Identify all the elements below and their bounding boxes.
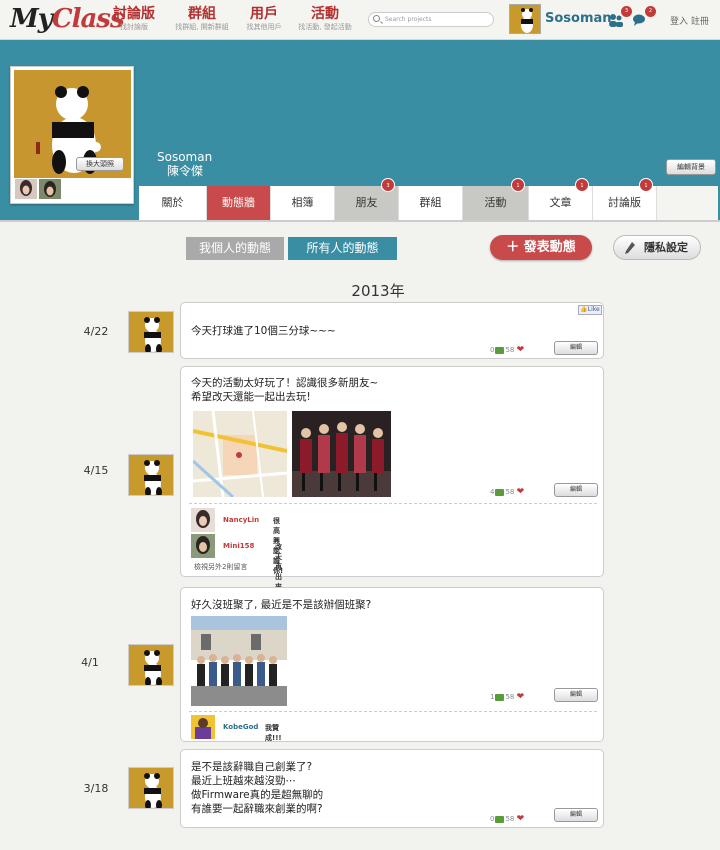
search-icon	[373, 15, 380, 22]
heart-icon[interactable]: ❤	[517, 814, 525, 824]
tab-forum[interactable]: 討論版 1	[593, 178, 657, 220]
post-date: 4/1	[81, 656, 99, 669]
post-text: 好久沒班聚了, 最近是不是該辦個班聚?	[191, 599, 372, 611]
commenter-avatar[interactable]	[191, 534, 215, 558]
class-photo[interactable]	[191, 616, 287, 706]
post-avatar[interactable]	[128, 644, 174, 686]
tab-events-badge: 1	[511, 178, 525, 192]
edit-post-button[interactable]: 編輯	[554, 341, 598, 355]
change-photo-button[interactable]: 換大頭照	[76, 157, 124, 171]
post-date: 4/22	[83, 325, 109, 338]
tab-forum-badge: 1	[639, 178, 653, 192]
group-photo[interactable]	[292, 411, 391, 497]
post-stats: 4 58 ❤	[490, 487, 525, 497]
comment-text: 我贊成!!!	[265, 724, 282, 742]
tab-wall[interactable]: 動態牆	[207, 186, 271, 220]
edit-post-button[interactable]: 編輯	[554, 808, 598, 822]
new-post-button[interactable]: ＋ 發表動態	[490, 235, 592, 260]
tab-articles-badge: 1	[575, 178, 589, 192]
heart-icon[interactable]: ❤	[517, 345, 525, 355]
profile-name-cn: 陳令傑	[167, 164, 204, 178]
friends-icon[interactable]: 3	[608, 6, 632, 27]
post-text: 今天的活動太好玩了！認識很多新朋友~ 希望改天還能一起出去玩!	[191, 377, 379, 403]
comment-icon[interactable]	[495, 815, 505, 823]
profile-name: Sosoman 陳令傑	[157, 150, 212, 178]
tab-groups[interactable]: 群組	[399, 186, 463, 220]
post-stats: 0 58 ❤	[490, 345, 525, 355]
heart-icon[interactable]: ❤	[517, 487, 525, 497]
filter-my-posts[interactable]: 我個人的動態	[186, 237, 284, 260]
post-text: 今天打球進了10個三分球~~~	[191, 325, 336, 337]
tab-articles[interactable]: 文章 1	[529, 178, 593, 220]
tab-friends-badge: 3	[381, 178, 395, 192]
year-heading: 2013年	[351, 282, 405, 300]
nav-events[interactable]: 活動 找活動, 發起活動	[294, 6, 356, 32]
post-avatar[interactable]	[128, 311, 174, 353]
plus-icon: ＋	[506, 240, 524, 255]
comment-icon[interactable]	[495, 693, 505, 701]
search-input[interactable]: Search projects	[368, 12, 494, 27]
edit-post-button[interactable]: 編輯	[554, 688, 598, 702]
post-avatar[interactable]	[128, 767, 174, 809]
commenter-name[interactable]: Mini158	[223, 542, 254, 550]
heart-icon[interactable]: ❤	[517, 692, 525, 702]
filter-all-posts[interactable]: 所有人的動態	[288, 237, 397, 260]
post-date: 4/15	[83, 464, 109, 477]
chat-icon[interactable]: 2	[632, 6, 656, 26]
nav-forum[interactable]: 討論版 找討論版	[106, 6, 162, 32]
privacy-settings-button[interactable]: 隱私設定	[613, 235, 701, 260]
tab-albums[interactable]: 相簿	[271, 186, 335, 220]
commenter-name[interactable]: KobeGod	[223, 723, 258, 731]
post-avatar[interactable]	[128, 454, 174, 496]
post-stats: 0 58 ❤	[490, 814, 525, 824]
profile-name-en: Sosoman	[157, 150, 213, 164]
post-card: 是不是該辭職自己創業了? 最近上班越來越沒勁⋯ 做Firmware真的是超無聊的 有誰…	[180, 749, 604, 828]
post-stats: 1 58 ❤	[490, 692, 525, 702]
top-bar: MyClass 討論版 找討論版 群組 找群組, 開新群組 用戶 找其他用戶 活動 找活…	[0, 0, 720, 40]
tab-events[interactable]: 活動 1	[463, 178, 529, 220]
like-button[interactable]: 👍Like	[578, 305, 602, 315]
tab-about[interactable]: 關於	[139, 186, 207, 220]
comments-divider	[189, 711, 597, 712]
nav-users[interactable]: 用戶 找其他用戶	[240, 6, 288, 32]
comments-divider	[189, 503, 597, 504]
post-card: 今天打球進了10個三分球~~~ 0 58 ❤ 編輯	[180, 302, 604, 359]
post-card: 今天的活動太好玩了！認識很多新朋友~ 希望改天還能一起出去玩! 4 58 ❤ 編輯 …	[180, 366, 604, 610]
profile-photo-card: 換大頭照	[10, 66, 134, 204]
chat-badge: 2	[645, 6, 656, 17]
edit-post-button[interactable]: 編輯	[554, 483, 598, 497]
friends-badge: 3	[621, 6, 632, 17]
map-image[interactable]	[191, 410, 288, 499]
login-register-link[interactable]: 登入 註冊	[670, 14, 709, 27]
commenter-avatar[interactable]	[191, 715, 215, 739]
edit-background-button[interactable]: 編輯背景	[666, 159, 716, 175]
profile-tabs: 關於 動態牆 相簿 朋友 3 群組 活動 1 文章 1 討論版 1	[139, 178, 718, 220]
post-text: 是不是該辭職自己創業了? 最近上班越來越沒勁⋯ 做Firmware真的是超無聊的 有誰…	[191, 761, 324, 815]
thumbs-up-icon: 👍	[580, 306, 588, 313]
tab-friends[interactable]: 朋友 3	[335, 178, 399, 220]
commenter-name[interactable]: NancyLin	[223, 516, 259, 524]
nav-groups[interactable]: 群組 找群組, 開新群組	[172, 6, 232, 32]
pencil-icon	[624, 240, 636, 263]
post-date: 3/18	[83, 782, 109, 795]
avatar[interactable]	[509, 4, 541, 34]
divider	[0, 220, 720, 222]
user-name[interactable]: Sosoman	[545, 11, 612, 26]
comment-icon[interactable]	[495, 488, 505, 496]
photo-thumbnails	[15, 179, 61, 199]
commenter-avatar[interactable]	[191, 508, 215, 532]
comment-icon[interactable]	[495, 346, 505, 354]
post-card: 好久沒班聚了, 最近是不是該辦個班聚? 1 58 ❤ 編輯 KobeGod 我贊成…	[180, 587, 604, 742]
more-comments-link[interactable]: 檢視另外2則留言	[194, 562, 247, 572]
